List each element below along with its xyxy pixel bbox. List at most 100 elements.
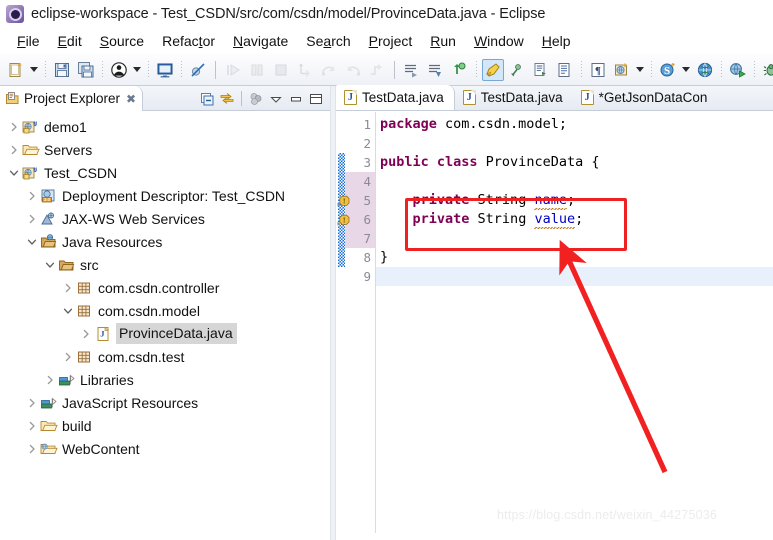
toggle-markoccurrences-button[interactable] <box>482 58 504 81</box>
open-type-button[interactable] <box>554 59 576 81</box>
editor-tab-1[interactable]: TestData.java <box>455 85 573 110</box>
tree-item-com-csdn-model[interactable]: com.csdn.model <box>0 299 320 322</box>
tree-item-label: com.csdn.controller <box>98 279 220 296</box>
tree-item-webcontent[interactable]: WebContent <box>0 437 320 460</box>
menu-item-edit[interactable]: Edit <box>49 31 91 51</box>
chevron-right-icon[interactable] <box>78 329 94 339</box>
menu-item-search[interactable]: Search <box>297 31 359 51</box>
tree-item-libraries[interactable]: Libraries <box>0 368 320 391</box>
menu-item-run[interactable]: Run <box>421 31 465 51</box>
chevron-right-icon[interactable] <box>6 122 22 132</box>
warning-marker-icon[interactable]: ! <box>337 194 351 208</box>
editor-tab-2[interactable]: *GetJsonDataCon <box>573 85 718 110</box>
step-over-button <box>318 59 340 81</box>
menu-item-source[interactable]: Source <box>91 31 153 51</box>
tree-item-deployment-descriptor-test-csdn[interactable]: 3.0 Deployment Descriptor: Test_CSDN <box>0 184 320 207</box>
new-web-project-button[interactable] <box>611 59 633 81</box>
code-token: com.csdn.model; <box>436 116 567 132</box>
collapse-all-icon[interactable] <box>197 89 217 109</box>
chevron-right-icon[interactable] <box>24 214 40 224</box>
change-ruler <box>338 112 345 540</box>
current-line-highlight <box>376 267 773 286</box>
menu-item-help[interactable]: Help <box>533 31 580 51</box>
project-explorer-icon <box>5 91 20 106</box>
show-whitespace-button[interactable]: ¶ <box>587 59 609 81</box>
run-on-server-button[interactable] <box>727 59 749 81</box>
window-title: eclipse-workspace - Test_CSDN/src/com/cs… <box>31 6 546 22</box>
tree-item-label: JAX-WS Web Services <box>62 210 205 227</box>
previous-annotation-button[interactable] <box>425 59 447 81</box>
eclipse-icon <box>6 5 24 23</box>
code-text[interactable]: package com.csdn.model; public class Prov… <box>376 112 773 540</box>
editor-tab-0[interactable]: TestData.java <box>336 85 455 110</box>
tree-item-provincedata-java[interactable]: J ProvinceData.java <box>0 322 320 345</box>
chevron-down-icon[interactable] <box>42 260 58 270</box>
tree-item-test-csdn[interactable]: J Test_CSDN <box>0 161 320 184</box>
warning-marker-icon[interactable]: ! <box>337 213 351 227</box>
new-wizard-dropdown[interactable] <box>28 59 39 81</box>
chevron-right-icon[interactable] <box>42 375 58 385</box>
chevron-right-icon[interactable] <box>24 398 40 408</box>
menu-item-navigate[interactable]: Navigate <box>224 31 297 51</box>
chevron-right-icon[interactable] <box>24 444 40 454</box>
open-console-button[interactable] <box>154 59 176 81</box>
chevron-down-icon[interactable] <box>6 168 22 178</box>
open-task-button[interactable] <box>530 59 552 81</box>
external-tools-button[interactable] <box>108 59 130 81</box>
changed-lines-bar <box>338 153 345 267</box>
menu-item-refactor[interactable]: Refactor <box>153 31 224 51</box>
last-edit-location-button[interactable] <box>449 59 471 81</box>
external-tools-dropdown[interactable] <box>131 59 142 81</box>
view-menu-chevron-icon[interactable] <box>266 89 286 109</box>
minimize-icon[interactable] <box>286 89 306 109</box>
back-history-button[interactable] <box>506 59 528 81</box>
tree-item-build[interactable]: build <box>0 414 320 437</box>
save-button[interactable] <box>51 59 73 81</box>
new-web-project-dropdown[interactable] <box>634 59 645 81</box>
java-file-icon <box>462 90 476 105</box>
tree-item-com-csdn-test[interactable]: com.csdn.test <box>0 345 320 368</box>
code-editor[interactable]: 1 2 3 4 5! 6! 7 8 9 package com.csdn.model; publi… <box>336 112 773 540</box>
tree-item-label: demo1 <box>44 118 87 135</box>
next-annotation-icon <box>403 61 421 79</box>
menu-item-project[interactable]: Project <box>360 31 422 51</box>
tree-item-src[interactable]: src <box>0 253 320 276</box>
new-wizard-button[interactable] <box>5 59 27 81</box>
tree-item-label: build <box>62 417 92 434</box>
drop-to-frame-icon <box>368 61 386 79</box>
close-icon[interactable]: ✖ <box>126 93 136 105</box>
suspend-icon <box>248 61 266 79</box>
chevron-down-icon[interactable] <box>24 237 40 247</box>
skip-breakpoints-button[interactable] <box>187 59 209 81</box>
link-editor-icon[interactable] <box>217 89 237 109</box>
maximize-icon[interactable] <box>306 89 326 109</box>
libraries-icon <box>58 372 76 388</box>
chevron-right-icon[interactable] <box>6 145 22 155</box>
tree-item-servers[interactable]: Servers <box>0 138 320 161</box>
menu-item-file[interactable]: File <box>8 31 49 51</box>
filters-icon[interactable] <box>246 89 266 109</box>
tree-item-jax-ws-web-services[interactable]: JAX-WS Web Services <box>0 207 320 230</box>
next-annotation-button[interactable] <box>401 59 423 81</box>
save-all-button[interactable] <box>75 59 97 81</box>
code-line: package com.csdn.model; <box>380 115 567 134</box>
tab-project-explorer[interactable]: Project Explorer ✖ <box>0 86 144 111</box>
project-tree[interactable]: Jdemo1 Servers J Test_CSDN 3.0 Deployment Des… <box>0 112 320 540</box>
tree-item-java-resources[interactable]: Java Resources <box>0 230 320 253</box>
tree-item-com-csdn-controller[interactable]: com.csdn.controller <box>0 276 320 299</box>
chevron-right-icon[interactable] <box>60 283 76 293</box>
chevron-right-icon[interactable] <box>24 421 40 431</box>
debug-button[interactable] <box>760 59 773 81</box>
new-server-button[interactable]: S <box>657 59 679 81</box>
chevron-down-icon[interactable] <box>60 306 76 316</box>
tree-item-demo1[interactable]: Jdemo1 <box>0 115 320 138</box>
menu-item-window[interactable]: Window <box>465 31 533 51</box>
chevron-right-icon[interactable] <box>60 352 76 362</box>
tree-item-javascript-resources[interactable]: JavaScript Resources <box>0 391 320 414</box>
new-server-dropdown[interactable] <box>680 59 691 81</box>
open-browser-button[interactable] <box>694 59 716 81</box>
project-explorer-tab-row: Project Explorer ✖ <box>0 86 330 111</box>
chevron-right-icon[interactable] <box>24 191 40 201</box>
